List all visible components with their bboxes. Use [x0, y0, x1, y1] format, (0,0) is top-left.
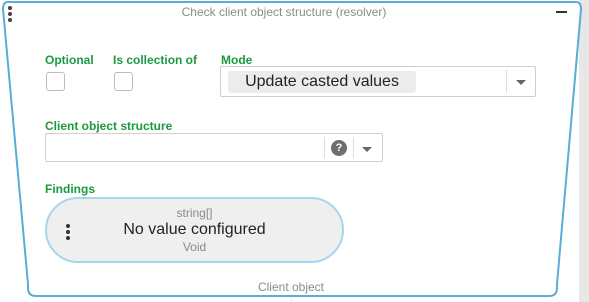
findings-label: Findings: [45, 182, 95, 196]
optional-checkbox[interactable]: [46, 72, 65, 91]
canvas-right-gutter: [579, 0, 589, 302]
findings-subtext: Void: [182, 240, 207, 254]
chevron-down-icon[interactable]: [362, 147, 372, 152]
node-title: Check client object structure (resolver): [181, 5, 387, 19]
minus-icon: [556, 11, 567, 13]
client-object-structure-label: Client object structure: [45, 119, 173, 133]
mode-select[interactable]: Update casted values: [220, 66, 536, 97]
select-divider: [353, 137, 354, 158]
chevron-down-icon[interactable]: [516, 80, 526, 85]
collapse-button[interactable]: [554, 2, 570, 18]
findings-type: string[]: [176, 206, 213, 220]
is-collection-checkbox[interactable]: [114, 72, 133, 91]
is-collection-label: Is collection of: [113, 53, 198, 67]
mode-value-chip: Update casted values: [228, 71, 416, 93]
client-object-structure-select[interactable]: ?: [45, 133, 383, 162]
select-divider: [324, 137, 325, 158]
select-divider: [506, 70, 507, 93]
output-label: Client object: [257, 280, 325, 294]
findings-input-pill[interactable]: string[] No value configured Void: [45, 197, 344, 263]
mode-label: Mode: [221, 53, 253, 67]
help-icon[interactable]: ?: [331, 140, 347, 156]
findings-value: No value configured: [123, 221, 266, 238]
optional-label: Optional: [45, 53, 94, 67]
